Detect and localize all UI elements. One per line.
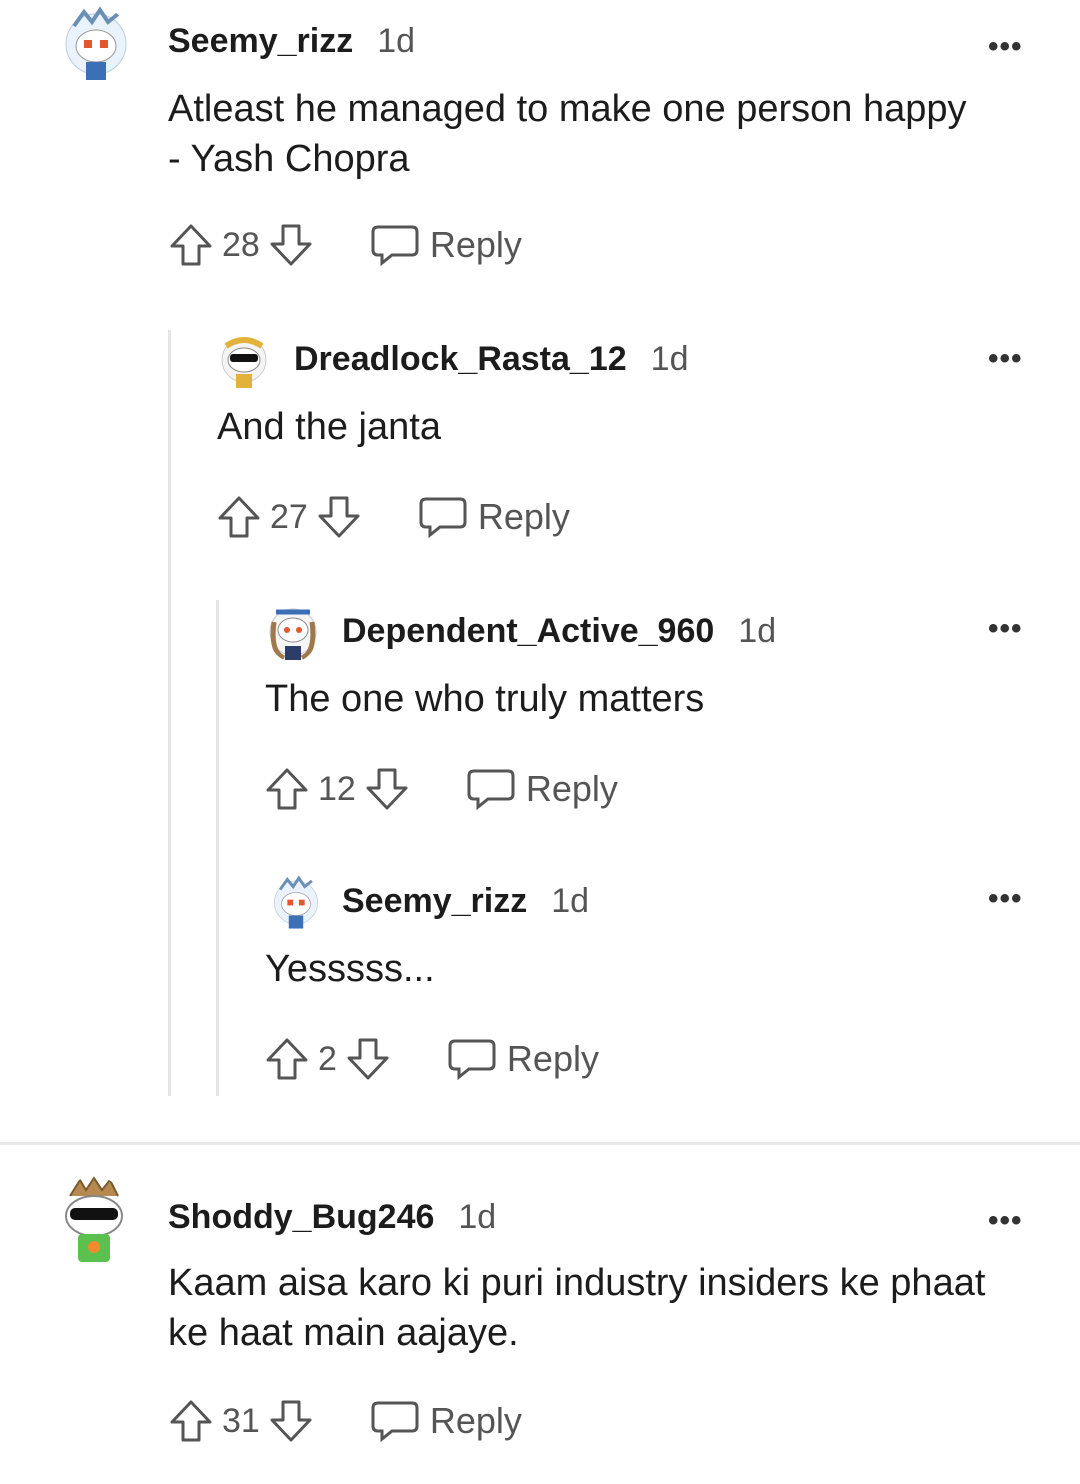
downvote-icon[interactable] xyxy=(268,1398,314,1444)
username[interactable]: Dreadlock_Rasta_12 xyxy=(294,340,627,379)
comment-body: Atleast he managed to make one person ha… xyxy=(168,88,967,180)
comment-body: Yesssss... xyxy=(265,948,435,990)
comment-body: Kaam aisa karo ki puri industry insiders… xyxy=(168,1262,986,1354)
snoo-avatar-icon[interactable] xyxy=(58,1176,130,1266)
username[interactable]: Seemy_rizz xyxy=(342,882,527,921)
chat-bubble-icon xyxy=(371,225,419,267)
comment-body: And the janta xyxy=(217,406,441,448)
reply-button[interactable]: Reply xyxy=(370,223,522,267)
reply-label: Reply xyxy=(506,1038,599,1079)
timestamp: 1d xyxy=(458,1198,497,1236)
upvote-icon[interactable] xyxy=(168,1398,214,1444)
more-options-icon[interactable]: ••• xyxy=(988,342,1023,376)
chat-bubble-icon xyxy=(448,1039,496,1081)
thread-line[interactable] xyxy=(216,600,219,1096)
vote-count: 2 xyxy=(318,1039,337,1078)
snoo-avatar-icon[interactable] xyxy=(60,6,132,86)
snoo-avatar-icon[interactable] xyxy=(268,602,318,662)
username[interactable]: Shoddy_Bug246 xyxy=(168,1198,434,1237)
chat-bubble-icon xyxy=(371,1401,419,1443)
comment-body: The one who truly matters xyxy=(265,678,705,720)
downvote-icon[interactable] xyxy=(345,1036,391,1082)
vote-count: 31 xyxy=(222,1401,260,1440)
chat-bubble-icon xyxy=(419,497,467,539)
thread-line[interactable] xyxy=(168,330,171,1096)
reply-label: Reply xyxy=(525,768,618,809)
vote-count: 27 xyxy=(270,497,308,536)
upvote-icon[interactable] xyxy=(264,1036,310,1082)
timestamp: 1d xyxy=(377,22,416,60)
username[interactable]: Dependent_Active_960 xyxy=(342,612,714,651)
reply-button[interactable]: Reply xyxy=(370,1399,522,1443)
downvote-icon[interactable] xyxy=(268,222,314,268)
timestamp: 1d xyxy=(551,882,590,920)
more-options-icon[interactable]: ••• xyxy=(988,612,1023,646)
reply-label: Reply xyxy=(477,496,570,537)
snoo-avatar-icon[interactable] xyxy=(270,872,322,936)
username[interactable]: Seemy_rizz xyxy=(168,22,353,61)
more-options-icon[interactable]: ••• xyxy=(988,30,1023,64)
upvote-icon[interactable] xyxy=(264,766,310,812)
chat-bubble-icon xyxy=(467,769,515,811)
timestamp: 1d xyxy=(650,340,689,378)
downvote-icon[interactable] xyxy=(316,494,362,540)
reply-button[interactable]: Reply xyxy=(447,1037,599,1081)
vote-count: 28 xyxy=(222,225,260,264)
reply-button[interactable]: Reply xyxy=(466,767,618,811)
reply-label: Reply xyxy=(429,224,522,265)
snoo-avatar-icon[interactable] xyxy=(220,332,268,390)
reply-button[interactable]: Reply xyxy=(418,495,570,539)
upvote-icon[interactable] xyxy=(216,494,262,540)
vote-count: 12 xyxy=(318,769,356,808)
comment-divider xyxy=(0,1142,1080,1145)
more-options-icon[interactable]: ••• xyxy=(988,1204,1023,1238)
reply-label: Reply xyxy=(429,1400,522,1441)
timestamp: 1d xyxy=(738,612,777,650)
more-options-icon[interactable]: ••• xyxy=(988,882,1023,916)
downvote-icon[interactable] xyxy=(364,766,410,812)
upvote-icon[interactable] xyxy=(168,222,214,268)
